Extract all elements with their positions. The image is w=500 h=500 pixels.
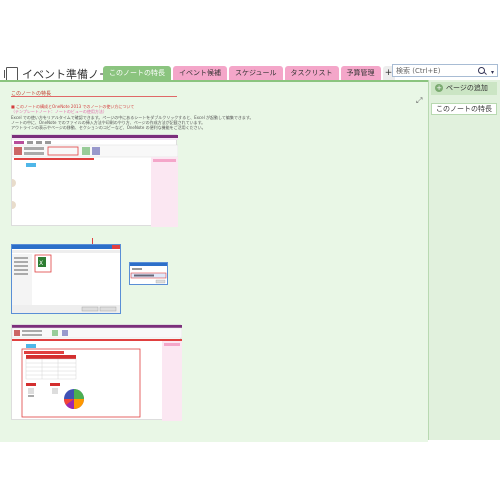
embedded-screenshot-explorer: X [11,244,121,314]
add-page-button[interactable]: + ページの追加 [431,82,497,95]
search-input[interactable]: 検索 (Ctrl+E) ▾ [392,64,498,77]
search-icon[interactable] [478,67,485,74]
embedded-screenshot-dialog [129,262,168,285]
notebook-icon [4,67,18,81]
page-canvas[interactable]: このノートの特長 ⤢ ■ このノートの構成とOneNote 2013 でのノート… [0,80,428,442]
title-underline [11,96,177,97]
ribbon-screenshot-image [8,135,179,227]
page-list-panel: + ページの追加 このノートの特長 [428,80,500,440]
page-list-item[interactable]: このノートの特長 [431,103,497,115]
chevron-down-icon[interactable]: ▾ [491,66,494,79]
expand-icon[interactable]: ⤢ [416,96,422,106]
tab-0[interactable]: このノートの特長 [103,66,171,80]
description-line: アウトラインの表示やページの移動、セクションのコピーなど、OneNote の便利… [11,125,206,130]
tab-2[interactable]: スケジュール [229,66,283,80]
embedded-screenshot-ribbon [8,134,179,227]
svg-text:X: X [39,260,43,267]
plus-icon: + [435,84,443,92]
add-page-label: ページの追加 [446,84,488,92]
search-placeholder: 検索 (Ctrl+E) [396,67,441,75]
section-tabs: このノートの特長 イベント候補 スケジュール タスクリスト 予算管理 + [103,66,395,80]
page-content: このノートの特長 ⤢ ■ このノートの構成とOneNote 2013 でのノート… [8,90,422,440]
tab-3[interactable]: タスクリスト [284,66,339,80]
embedded-screenshot-spreadsheet [11,324,183,421]
tab-4[interactable]: 予算管理 [340,66,381,80]
top-bar [0,0,500,60]
spreadsheet-screenshot-image [11,325,183,421]
tab-1[interactable]: イベント候補 [173,66,227,80]
dialog-screenshot-image [130,263,167,284]
explorer-screenshot-image: X [12,245,120,313]
